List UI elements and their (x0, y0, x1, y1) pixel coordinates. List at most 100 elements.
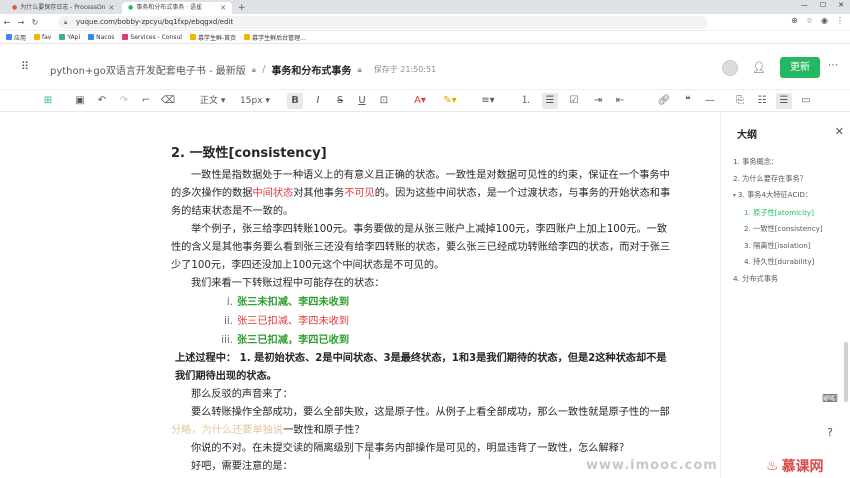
format-painter-icon[interactable]: ⌐ (138, 93, 154, 109)
lock-icon: 🔒︎ (64, 19, 68, 26)
font-color-icon[interactable]: A▾ (412, 93, 428, 109)
bookmarks-bar: 应用 fav YApi Nacos Services - Consul 慕学生鲜… (0, 31, 850, 44)
browser-tab-yuque[interactable]: ● 事务和分布式事务 · 语雀 ✕ (122, 2, 232, 14)
underline-icon[interactable]: U (354, 93, 370, 109)
bookmark-apps[interactable]: 应用 (6, 33, 26, 42)
list-item: ii. 张三已扣减、李四未收到 (224, 316, 350, 327)
bookmark-yapi[interactable]: YApi (59, 34, 80, 41)
clear-format-icon[interactable]: ⌫ (160, 93, 176, 109)
paragraph: 要么转账操作全部成功，要么全部失败，这是原子性。从例子上看全部成功，那么一致性就… (171, 407, 670, 436)
link-icon[interactable]: 🔗︎ (656, 93, 672, 109)
update-button[interactable]: 更新 (780, 57, 820, 78)
ordered-list-icon[interactable]: ⒈ (518, 93, 534, 109)
section-heading: 2. 一致性[consistency] (171, 146, 327, 161)
close-icon[interactable]: ✕ (835, 125, 844, 138)
profile-icon[interactable]: ◉ (821, 16, 828, 25)
outline-item[interactable]: 4. 持久性[durability] (733, 254, 845, 271)
forward-icon[interactable]: → (14, 18, 28, 27)
maximize-icon[interactable]: ☐ (820, 1, 826, 9)
paragraph: 我们来看一下转账过程中可能存在的状态： (191, 278, 385, 289)
paragraph: 举个例子，张三给李四转账100元。事务要做的是从张三账户上减掉100元，李四账户… (171, 224, 671, 271)
book-title-link[interactable]: python+go双语言开发配套电子书 - 最新版 (50, 62, 246, 77)
scrollbar[interactable] (844, 342, 848, 402)
inline-code-icon[interactable]: ⊡ (376, 93, 392, 109)
browser-tab-bar: ● 为什么要保存日志 - ProcessOn ✕ ● 事务和分布式事务 · 语雀… (0, 0, 850, 14)
editor-toolbar: ⊞ ▣ ↶ ↷ ⌐ ⌫ 正文 ▾ 15px ▾ B I S U ⊡ A▾ ✎▾ … (0, 90, 850, 112)
outline-toggle-icon[interactable]: ☰ (776, 93, 792, 109)
paragraph-style-select[interactable]: 正文 ▾ (200, 93, 225, 109)
italic-icon[interactable]: I (310, 93, 326, 109)
doc-header: ⠿ python+go双语言开发配套电子书 - 最新版 🔒︎ / 事务和分布式事… (0, 44, 850, 90)
redo-icon[interactable]: ↷ (116, 93, 132, 109)
toc-icon[interactable]: ☷ (754, 93, 770, 109)
address-bar-row: ← → ↻ 🔒︎ yuque.com/bobby-zpcyu/bq1fxp/eb… (0, 14, 850, 31)
history-icon[interactable]: ⎘ (732, 93, 748, 109)
flame-icon: ♨ (766, 458, 779, 474)
outdent-icon[interactable]: ⇤ (612, 93, 628, 109)
url-input[interactable]: 🔒︎ yuque.com/bobby-zpcyu/bq1fxp/ebqgxd/e… (58, 16, 708, 29)
paragraph: 你说的不对。在未提交读的隔离级别下是事务内部操作是可见的，明显违背了一致性，怎么… (191, 443, 630, 454)
minimize-icon[interactable]: — (801, 1, 808, 9)
strikethrough-icon[interactable]: S (332, 93, 348, 109)
outline-item[interactable]: ▾ 3. 事务4大特征ACID： (733, 187, 845, 205)
outline-item[interactable]: 4. 分布式事务 (733, 271, 845, 288)
bold-icon[interactable]: B (287, 93, 303, 109)
bookmark-muxue-admin[interactable]: 慕学生鲜后台管理... (244, 33, 306, 42)
window-close-icon[interactable]: ✕ (838, 1, 844, 9)
star-icon[interactable]: ☆ (806, 16, 813, 25)
bookmark-muxue-home[interactable]: 慕学生鲜-首页 (189, 33, 236, 42)
more-icon[interactable]: ⋯ (828, 60, 838, 71)
outline-item[interactable]: 1. 原子性[atomicity] (733, 205, 845, 222)
save-icon[interactable]: ▣ (72, 93, 88, 109)
watermark: www.imooc.com (586, 458, 718, 473)
text-cursor-icon: I (368, 452, 371, 462)
avatar[interactable] (722, 59, 739, 76)
indent-icon[interactable]: ⇥ (590, 93, 606, 109)
new-tab-icon[interactable]: + (238, 2, 246, 14)
menu-grid-icon[interactable]: ⠿ (21, 60, 29, 73)
highlight-icon[interactable]: ✎▾ (442, 93, 458, 109)
close-icon[interactable]: ✕ (109, 2, 115, 14)
list-item: iii. 张三已扣减，李四已收到 (221, 335, 350, 346)
bookmark-fav[interactable]: fav (34, 34, 51, 41)
undo-icon[interactable]: ↶ (94, 93, 110, 109)
document-content: 2. 一致性[consistency] 一致性是指数据处于一种语义上的有意义且正… (171, 142, 676, 476)
insert-icon[interactable]: ⊞ (40, 93, 56, 109)
outline-item[interactable]: 1. 事务概念： (733, 154, 845, 171)
outline-title: 大纲 (737, 130, 757, 141)
task-list-icon[interactable]: ☑ (566, 93, 582, 109)
list-item: i. 张三未扣减、李四未收到 (226, 297, 350, 308)
window-controls: — ☐ ✕ (801, 1, 844, 9)
browser-menu-icon[interactable]: ⋮ (836, 16, 844, 25)
doc-title: 事务和分布式事务 (271, 66, 352, 77)
bookmark-consul[interactable]: Services - Consul (122, 34, 182, 41)
save-status: 保存于 21:50:51 (373, 65, 437, 74)
lock-icon: 🔒︎ (357, 64, 362, 74)
paragraph: 一致性是指数据处于一种语义上的有意义且正确的状态。一致性是对数据可见性的约束，保… (171, 170, 671, 217)
outline-sidebar: 大纲 ✕ 1. 事务概念： 2. 为什么要存在事务？ ▾ 3. 事务4大特征AC… (720, 112, 850, 478)
processon-favicon-icon: ● (12, 4, 18, 11)
yuque-favicon-icon: ● (128, 4, 134, 11)
browser-tab-processon[interactable]: ● 为什么要保存日志 - ProcessOn ✕ (6, 2, 116, 14)
outline-item[interactable]: 2. 一致性[consistency] (733, 221, 845, 238)
breadcrumb: python+go双语言开发配套电子书 - 最新版 🔒︎ / 事务和分布式事务 … (50, 62, 437, 77)
help-icon[interactable]: ? (822, 426, 838, 442)
editor-area[interactable]: 2. 一致性[consistency] 一致性是指数据处于一种语义上的有意义且正… (0, 112, 720, 478)
paragraph: 那么反驳的声音来了： (191, 389, 293, 400)
outline-item[interactable]: 2. 为什么要存在事务？ (733, 171, 845, 188)
align-icon[interactable]: ≡▾ (480, 93, 496, 109)
extension-icon[interactable]: ⊕ (791, 16, 798, 25)
divider-icon[interactable]: — (702, 93, 718, 109)
lock-icon: 🔒︎ (251, 64, 257, 74)
collaborator-icon[interactable]: 👤︎ (752, 61, 766, 74)
close-icon[interactable]: ✕ (220, 2, 226, 14)
keyboard-icon[interactable]: ⌨ (822, 392, 838, 408)
font-size-select[interactable]: 15px ▾ (240, 93, 270, 109)
reload-icon[interactable]: ↻ (28, 18, 42, 27)
outline-item[interactable]: 3. 隔离性[isolation] (733, 238, 845, 255)
unordered-list-icon[interactable]: ☰ (542, 93, 558, 109)
back-icon[interactable]: ← (0, 18, 14, 27)
quote-icon[interactable]: ❝ (680, 93, 696, 109)
bookmark-nacos[interactable]: Nacos (88, 34, 114, 41)
folder-icon[interactable]: ▭ (798, 93, 814, 109)
